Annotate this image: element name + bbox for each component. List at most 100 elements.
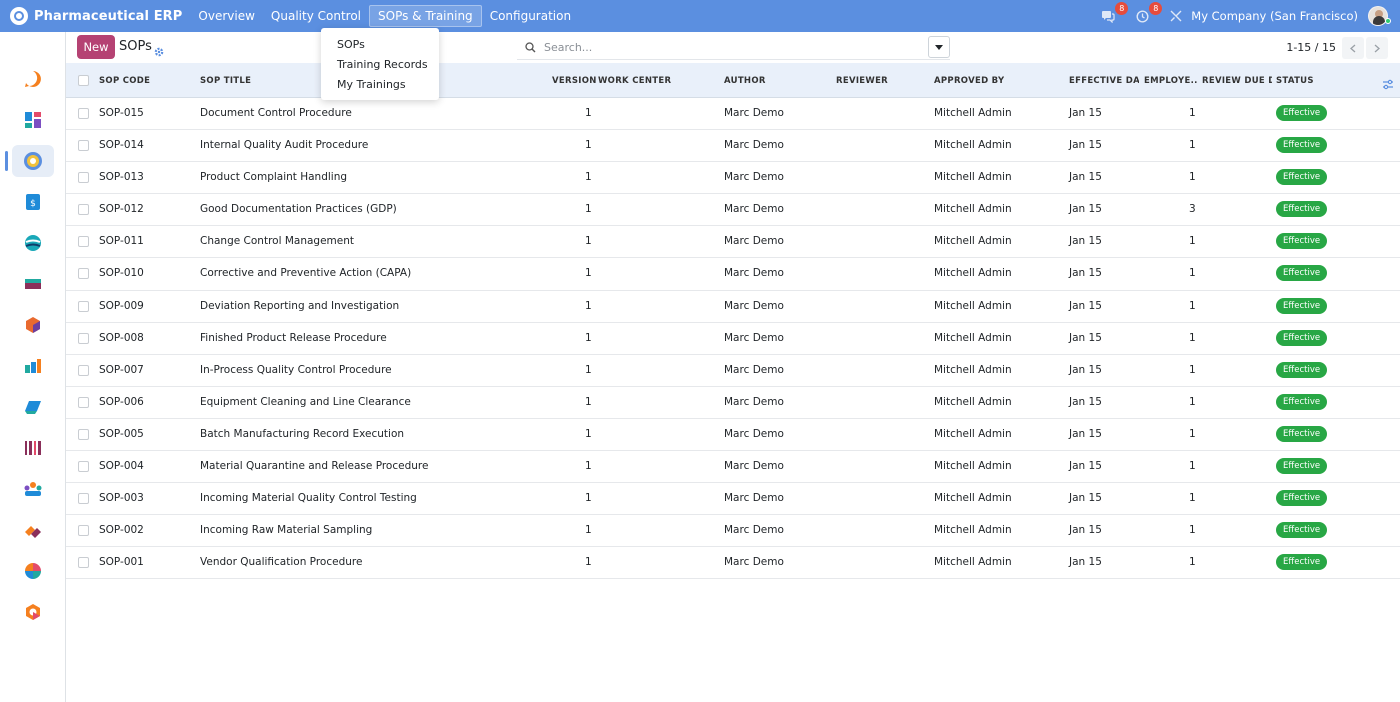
status-badge: Effective — [1276, 393, 1328, 410]
row-checkbox[interactable] — [78, 428, 89, 440]
dashboard-icon[interactable] — [12, 104, 54, 136]
gear-icon[interactable] — [154, 42, 164, 61]
menu-sops-training[interactable]: SOPs & Training — [369, 5, 482, 27]
table-row[interactable]: SOP-009 Deviation Reporting and Investiga… — [66, 291, 1400, 323]
row-checkbox[interactable] — [78, 396, 89, 408]
table-row[interactable]: SOP-011 Change Control Management 1 Marc De… — [66, 226, 1400, 259]
menu-overview[interactable]: Overview — [190, 5, 263, 27]
table-row[interactable]: SOP-006 Equipment Cleaning and Line Clear… — [66, 387, 1400, 419]
debug-tools-icon[interactable] — [1165, 5, 1187, 27]
search-bar[interactable]: Search... — [517, 36, 950, 60]
cell-sop-code: SOP-008 — [99, 331, 144, 344]
cell-sop-code: SOP-002 — [99, 524, 144, 537]
table-row[interactable]: SOP-012 Good Documentation Practices (GDP… — [66, 194, 1400, 227]
dropdown-item-my-trainings[interactable]: My Trainings — [321, 76, 439, 96]
row-checkbox[interactable] — [78, 557, 89, 569]
row-checkbox[interactable] — [78, 461, 89, 473]
row-checkbox[interactable] — [78, 236, 89, 248]
table-row[interactable]: SOP-015 Document Control Procedure 1 Marc D… — [66, 98, 1400, 131]
row-checkbox[interactable] — [78, 268, 89, 280]
row-checkbox[interactable] — [78, 204, 89, 216]
col-version[interactable]: VERSION — [552, 76, 597, 86]
company-switcher[interactable]: My Company (San Francisco) — [1191, 9, 1358, 23]
purchase-icon[interactable] — [12, 391, 54, 423]
inventory-icon[interactable] — [12, 268, 54, 300]
row-checkbox[interactable] — [78, 493, 89, 505]
pager-previous-button[interactable] — [1342, 37, 1364, 59]
apps-icon[interactable] — [12, 596, 54, 628]
pager-value[interactable]: 1-15 / 15 — [1286, 41, 1336, 54]
cell-effective-date: Jan 15 — [1069, 492, 1102, 505]
row-checkbox[interactable] — [78, 172, 89, 184]
search-options-toggle[interactable] — [928, 36, 950, 58]
row-checkbox[interactable] — [78, 140, 89, 152]
table-row[interactable]: SOP-013 Product Complaint Handling 1 Marc D… — [66, 162, 1400, 195]
cell-sop-code: SOP-005 — [99, 427, 144, 440]
cell-sop-code: SOP-006 — [99, 395, 144, 408]
employees-icon[interactable] — [12, 473, 54, 505]
cell-sop-title: Material Quarantine and Release Procedur… — [200, 460, 429, 473]
row-checkbox[interactable] — [78, 525, 89, 537]
col-effective-date[interactable]: EFFECTIVE DA... — [1069, 76, 1139, 86]
table-row[interactable]: SOP-014 Internal Quality Audit Procedure 1… — [66, 130, 1400, 163]
col-sop-title[interactable]: SOP TITLE — [200, 76, 251, 86]
brand[interactable]: Pharmaceutical ERP — [10, 0, 182, 32]
dropdown-item-sops[interactable]: SOPs — [321, 36, 439, 56]
control-panel: New SOPs Search... 1-15 / 15 — [66, 32, 1400, 63]
cell-sop-code: SOP-001 — [99, 556, 144, 569]
invoicing-icon[interactable]: $ — [12, 186, 54, 218]
activity-clock-icon[interactable]: 8 — [1131, 2, 1163, 27]
col-review-due-date[interactable]: REVIEW DUE D... — [1202, 76, 1272, 86]
website-icon[interactable] — [12, 227, 54, 259]
col-sop-code[interactable]: SOP CODE — [99, 76, 150, 86]
col-employees[interactable]: EMPLOYE... — [1144, 76, 1198, 86]
cell-sop-code: SOP-009 — [99, 299, 144, 312]
pager-next-button[interactable] — [1366, 37, 1388, 59]
product-icon[interactable] — [12, 309, 54, 341]
cell-sop-title: Finished Product Release Procedure — [200, 331, 387, 344]
messages-icon[interactable]: 8 — [1097, 2, 1129, 27]
col-work-center[interactable]: WORK CENTER — [598, 76, 671, 86]
app-sidebar: $ — [0, 32, 66, 702]
menu-quality-control[interactable]: Quality Control — [263, 5, 369, 27]
discuss-icon[interactable] — [12, 63, 54, 95]
cell-approved-by: Mitchell Admin — [934, 363, 1012, 376]
table-row[interactable]: SOP-005 Batch Manufacturing Record Execut… — [66, 419, 1400, 452]
table-row[interactable]: SOP-007 In-Process Quality Control Proced… — [66, 355, 1400, 387]
quality-icon[interactable] — [5, 145, 54, 177]
table-row[interactable]: SOP-002 Incoming Raw Material Sampling 1 Ma… — [66, 515, 1400, 548]
search-icon — [525, 42, 536, 53]
row-checkbox[interactable] — [78, 332, 89, 344]
cell-sop-code: SOP-004 — [99, 460, 144, 473]
row-checkbox[interactable] — [78, 108, 89, 119]
table-row[interactable]: SOP-004 Material Quarantine and Release P… — [66, 451, 1400, 484]
table-row[interactable]: SOP-003 Incoming Material Quality Control… — [66, 483, 1400, 516]
select-all-checkbox[interactable] — [78, 75, 89, 86]
brand-name: Pharmaceutical ERP — [34, 8, 183, 24]
svg-text:$: $ — [30, 199, 36, 209]
manufacturing-icon[interactable] — [12, 350, 54, 382]
col-status[interactable]: STATUS — [1276, 76, 1314, 86]
table-row[interactable]: SOP-010 Corrective and Preventive Action … — [66, 258, 1400, 291]
col-author[interactable]: AUTHOR — [724, 76, 766, 86]
cell-sop-code: SOP-012 — [99, 203, 144, 216]
maintenance-icon[interactable] — [12, 514, 54, 546]
col-approved-by[interactable]: APPROVED BY — [934, 76, 1004, 86]
status-badge: Effective — [1276, 361, 1328, 378]
table-row[interactable]: SOP-001 Vendor Qualification Procedure 1 Ma… — [66, 547, 1400, 580]
row-checkbox[interactable] — [78, 300, 89, 312]
col-reviewer[interactable]: REVIEWER — [836, 76, 888, 86]
cell-version: 1 — [585, 363, 592, 376]
search-input[interactable]: Search... — [544, 41, 592, 54]
table-row[interactable]: SOP-008 Finished Product Release Procedur… — [66, 323, 1400, 355]
cell-employees: 1 — [1189, 331, 1196, 344]
new-button[interactable]: New — [77, 35, 115, 59]
barcode-icon[interactable] — [12, 432, 54, 464]
cell-author: Marc Demo — [724, 171, 784, 184]
dropdown-item-training-records[interactable]: Training Records — [321, 56, 439, 76]
row-checkbox[interactable] — [78, 364, 89, 376]
column-settings-icon[interactable] — [1382, 75, 1394, 94]
menu-configuration[interactable]: Configuration — [482, 5, 579, 27]
planning-icon[interactable] — [12, 555, 54, 587]
cell-approved-by: Mitchell Admin — [934, 556, 1012, 569]
